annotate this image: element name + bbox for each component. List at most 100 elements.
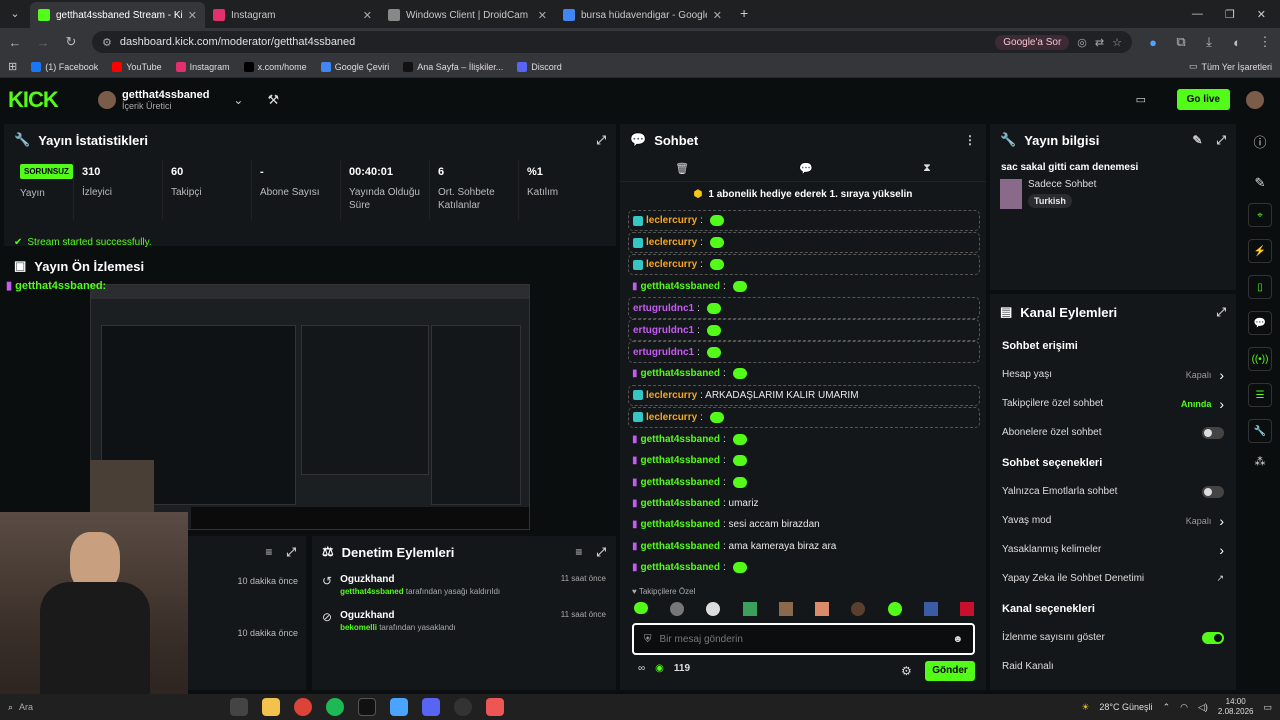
focus-icon[interactable]: ⌖ [1248, 203, 1272, 227]
chat-username[interactable]: leclercurry [646, 412, 697, 423]
setting-row[interactable]: Raid Kanalı [990, 652, 1236, 681]
go-live-button[interactable]: Go live [1176, 89, 1230, 110]
all-bookmarks-button[interactable]: ▭ Tüm Yer İşaretleri [1189, 61, 1272, 72]
app-icon[interactable] [358, 698, 376, 716]
browser-tab[interactable]: getthat4ssbaned Stream - Kick ✕ [30, 2, 205, 28]
chat-username[interactable]: leclercurry [646, 215, 697, 226]
infinity-icon[interactable]: ∞ [638, 663, 645, 674]
popout-icon[interactable]: ⤢ [1216, 133, 1226, 148]
chat-username[interactable]: getthat4ssbaned [641, 519, 720, 530]
list-icon[interactable]: ☰ [1248, 383, 1272, 407]
chat-username[interactable]: leclercurry [646, 259, 697, 270]
chat-username[interactable]: getthat4ssbaned [641, 455, 720, 466]
browser-tab[interactable]: Windows Client | DroidCam ✕ [380, 2, 555, 28]
chat-username[interactable]: getthat4ssbaned [641, 541, 720, 552]
maximize-icon[interactable]: ❐ [1225, 8, 1235, 21]
toggle-switch[interactable] [1202, 631, 1224, 644]
setting-row[interactable]: Takipçilere özel sohbet Anında › [990, 389, 1236, 418]
app-icon[interactable] [486, 698, 504, 716]
send-button[interactable]: Gönder [925, 661, 975, 681]
download-icon[interactable]: ⤓ [1202, 34, 1216, 50]
emote-icon[interactable] [706, 602, 721, 616]
nodes-icon[interactable]: ⁂ [1255, 455, 1266, 468]
hourglass-icon[interactable]: ⧗ [923, 162, 931, 175]
user-avatar[interactable] [1246, 91, 1264, 109]
tab-close-icon[interactable]: ✕ [188, 9, 197, 22]
emote-icon[interactable] [851, 602, 866, 616]
kebab-icon[interactable]: ⋮ [964, 133, 976, 147]
wifi-icon[interactable]: ◠ [1180, 702, 1188, 713]
setting-row[interactable]: Yavaş mod Kapalı › [990, 506, 1236, 535]
chat-username[interactable]: getthat4ssbaned [641, 562, 720, 573]
setting-row[interactable]: Abonelere özel sohbet [990, 418, 1236, 447]
kick-logo[interactable]: KICK [8, 87, 88, 113]
tab-close-icon[interactable]: ✕ [538, 9, 547, 22]
emote-icon[interactable] [742, 602, 757, 616]
bookmark-item[interactable]: Discord [517, 61, 562, 72]
close-window-icon[interactable]: ✕ [1257, 8, 1266, 21]
chat-username[interactable]: leclercurry [646, 390, 697, 401]
discord-icon[interactable] [422, 698, 440, 716]
bookmark-item[interactable]: (1) Facebook [31, 61, 98, 72]
screen-icon[interactable]: ▭ [1136, 93, 1146, 106]
popout-icon[interactable]: ⤢ [1216, 305, 1226, 320]
address-bar[interactable]: ⚙ dashboard.kick.com/moderator/getthat4s… [92, 31, 1132, 53]
bookmark-item[interactable]: x.com/home [243, 61, 307, 72]
edit-pencil-icon[interactable]: ✎ [1192, 133, 1202, 148]
toggle-switch[interactable] [1202, 426, 1224, 439]
chat-username[interactable]: getthat4ssbaned [641, 477, 720, 488]
app-icon[interactable] [390, 698, 408, 716]
google-ask-button[interactable]: Google'a Sor [995, 34, 1070, 50]
settings-icon[interactable]: ⚙ [901, 664, 912, 678]
emote-icon[interactable] [670, 602, 685, 616]
chrome-icon[interactable] [294, 698, 312, 716]
chat-bubble-icon[interactable]: 💬 [1248, 311, 1272, 335]
chat-username[interactable]: ertugruldnc1 [633, 325, 694, 336]
reload-icon[interactable]: ↻ [64, 34, 78, 50]
chat-username[interactable]: getthat4ssbaned [641, 281, 720, 292]
wrench-icon[interactable]: 🔧 [1248, 419, 1272, 443]
setting-row[interactable]: İzlenme sayısını göster [990, 623, 1236, 652]
minimize-icon[interactable]: — [1192, 8, 1203, 21]
tab-close-icon[interactable]: ✕ [713, 9, 722, 22]
setting-row[interactable]: Yapay Zeka ile Sohbet Denetimi ↗ [990, 564, 1236, 593]
popout-icon[interactable]: ⤢ [596, 545, 606, 560]
popout-icon[interactable]: ⤢ [286, 545, 296, 560]
broadcast-icon[interactable]: ((•)) [1248, 347, 1272, 371]
tray-chevron-icon[interactable]: ⌃ [1163, 702, 1171, 713]
chat-username[interactable]: getthat4ssbaned [641, 368, 720, 379]
chat-input[interactable]: ⛨ Bir mesaj gönderin ☻ [632, 623, 975, 655]
chat-tab-icon[interactable]: 💬 [799, 162, 813, 175]
task-view-icon[interactable] [230, 698, 248, 716]
translate-icon[interactable]: ⇄ [1095, 36, 1104, 49]
mod-target[interactable]: getthat4ssbaned [340, 587, 404, 596]
forward-icon[interactable]: → [36, 35, 50, 50]
spotify-icon[interactable] [326, 698, 344, 716]
flag-icon[interactable] [959, 602, 974, 616]
profile-icon[interactable]: ◐ [1230, 35, 1244, 50]
info-icon[interactable]: ⓘ [1253, 132, 1266, 151]
toggle-switch[interactable] [1202, 485, 1224, 498]
taskbar-search[interactable]: Ara [19, 702, 33, 712]
eye-off-icon[interactable]: ◎ [1077, 36, 1087, 49]
obs-icon[interactable] [454, 698, 472, 716]
tab-search-icon[interactable]: ⌄ [0, 7, 30, 28]
new-tab-button[interactable]: + [730, 5, 758, 28]
bookmark-item[interactable]: YouTube [112, 61, 162, 72]
popout-icon[interactable]: ⤢ [596, 133, 606, 148]
setting-row[interactable]: Hesap yaşı Kapalı › [990, 360, 1236, 389]
apps-grid-icon[interactable]: ⊞ [8, 60, 17, 73]
search-icon[interactable]: ⌕ [8, 702, 13, 713]
browser-tab[interactable]: Instagram ✕ [205, 2, 380, 28]
bookmark-star-icon[interactable]: ☆ [1112, 36, 1122, 49]
category-name[interactable]: Sadece Sohbet [1028, 179, 1096, 190]
bookmark-item[interactable]: Instagram [175, 61, 230, 72]
chat-username[interactable]: getthat4ssbaned [641, 498, 720, 509]
menu-kebab-icon[interactable]: ⋮ [1258, 34, 1272, 50]
tab-close-icon[interactable]: ✕ [363, 9, 372, 22]
bookmark-item[interactable]: Ana Sayfa – İlişkiler... [403, 61, 503, 72]
emote-icon[interactable] [778, 602, 793, 616]
kick-emote-icon[interactable] [634, 602, 648, 614]
filter-icon[interactable]: ≡ [265, 545, 272, 560]
weather-text[interactable]: 28°C Güneşli [1099, 702, 1152, 712]
